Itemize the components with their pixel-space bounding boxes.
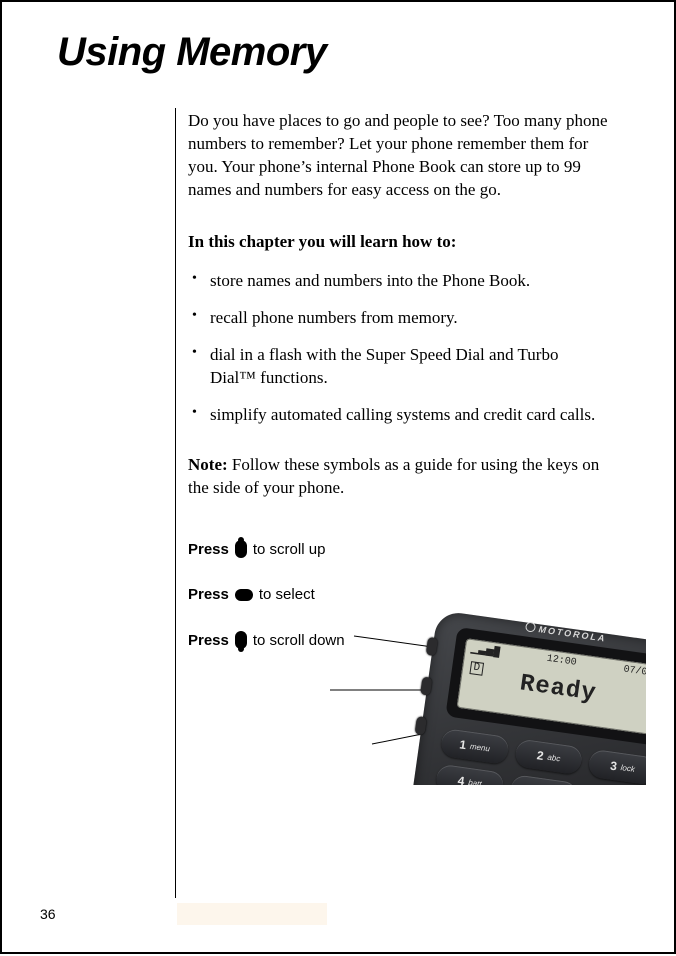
keypad-key: 4batt [435, 764, 505, 785]
key-row-up: Press to scroll up [188, 540, 608, 558]
chapter-title: Using Memory [57, 30, 327, 75]
keypad-key: 2abc [514, 738, 584, 775]
signal-icon: ▁▃▅█ [470, 643, 500, 659]
list-item: simplify automated calling systems and c… [188, 404, 608, 427]
keypad-key: 6 [583, 784, 646, 785]
select-icon [235, 589, 253, 601]
status-date: 07/07 [623, 664, 646, 680]
page-number: 36 [40, 906, 56, 922]
motorola-logo-icon [525, 621, 536, 632]
keypad-key: 5jkl [509, 774, 579, 785]
scroll-up-icon [235, 540, 247, 558]
phone-illustration: MOTOROLA ▁▃▅█ 12:00 07/07 D Ready [398, 610, 646, 785]
note-paragraph: Note: Follow these symbols as a guide fo… [188, 454, 608, 500]
section-heading: In this chapter you will learn how to: [188, 232, 608, 252]
manual-page: Using Memory Do you have places to go an… [0, 0, 676, 954]
phone-screen: ▁▃▅█ 12:00 07/07 D Ready [457, 638, 646, 735]
list-item: recall phone numbers from memory. [188, 307, 608, 330]
status-time: 12:00 [546, 654, 577, 670]
side-button-down-icon [415, 716, 427, 735]
press-label: Press [188, 632, 229, 649]
list-item: dial in a flash with the Super Speed Dia… [188, 344, 608, 390]
key-action: to scroll down [253, 632, 345, 649]
press-label: Press [188, 541, 229, 558]
bullet-list: store names and numbers into the Phone B… [188, 270, 608, 427]
side-button-select-icon [420, 677, 432, 696]
side-button-up-icon [426, 637, 438, 656]
key-row-select: Press to select [188, 586, 608, 603]
key-action: to select [259, 586, 315, 603]
intro-paragraph: Do you have places to go and people to s… [188, 110, 608, 202]
keypad-key: 1menu [440, 728, 510, 765]
phone-body: MOTOROLA ▁▃▅█ 12:00 07/07 D Ready [405, 610, 646, 785]
keypad-key: 3lock [588, 749, 646, 785]
key-action: to scroll up [253, 541, 326, 558]
note-label: Note: [188, 455, 228, 474]
footer-color-bar [177, 903, 327, 925]
scroll-down-icon [235, 631, 247, 649]
press-label: Press [188, 586, 229, 603]
list-item: store names and numbers into the Phone B… [188, 270, 608, 293]
content-column: Do you have places to go and people to s… [188, 110, 608, 677]
note-text: Follow these symbols as a guide for usin… [188, 455, 599, 497]
vertical-rule [175, 108, 176, 898]
